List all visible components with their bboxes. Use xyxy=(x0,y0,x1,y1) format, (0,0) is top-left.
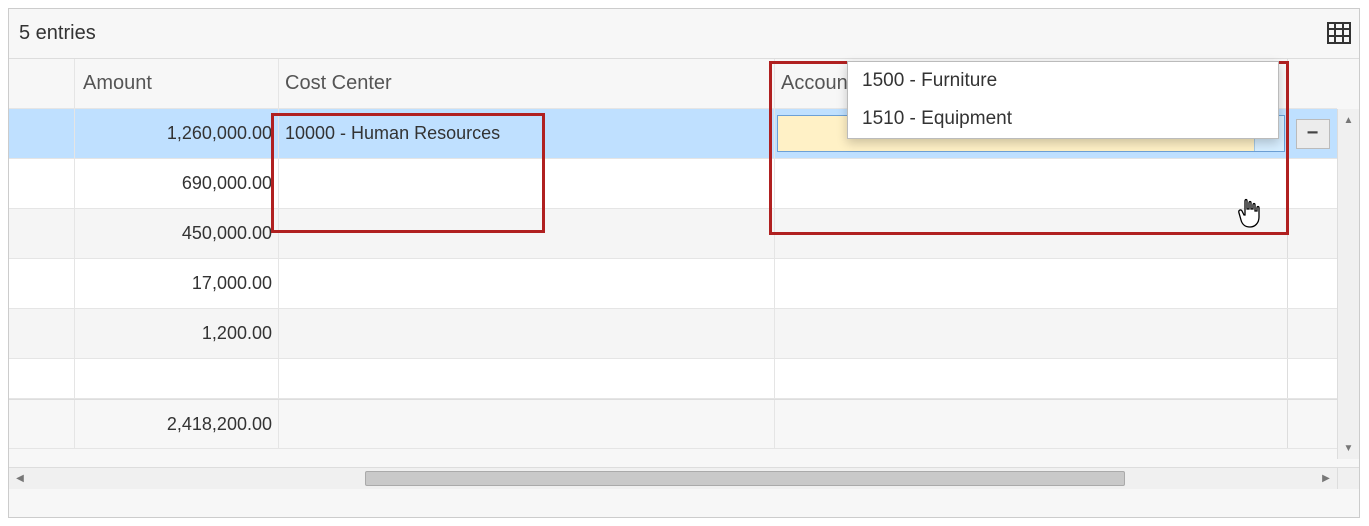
scroll-corner xyxy=(1337,467,1359,489)
table-row[interactable]: 17,000.00 xyxy=(9,259,1337,309)
row-handle[interactable] xyxy=(9,159,75,208)
cell-amount[interactable]: 690,000.00 xyxy=(75,159,279,208)
cell-account[interactable] xyxy=(775,209,1287,258)
cell-account[interactable] xyxy=(775,309,1287,358)
row-handle[interactable] xyxy=(9,309,75,358)
dropdown-option-equipment[interactable]: 1510 - Equipment xyxy=(848,100,1278,138)
scroll-down-arrow-icon[interactable]: ▼ xyxy=(1338,437,1359,459)
row-handle[interactable] xyxy=(9,259,75,308)
cell-action xyxy=(1287,259,1337,308)
dropdown-option-furniture[interactable]: 1500 - Furniture xyxy=(848,62,1278,100)
table-row[interactable]: 690,000.00 xyxy=(9,159,1337,209)
cell-cost-center[interactable] xyxy=(279,159,775,208)
cell-cost-center[interactable] xyxy=(279,209,775,258)
cell-action xyxy=(1287,309,1337,358)
account-dropdown-list: 1500 - Furniture 1510 - Equipment xyxy=(847,61,1279,139)
column-header-amount[interactable]: Amount xyxy=(75,59,279,108)
row-handle[interactable] xyxy=(9,209,75,258)
cell-cost-center[interactable] xyxy=(279,259,775,308)
cell-account[interactable] xyxy=(775,259,1287,308)
remove-row-button[interactable]: − xyxy=(1296,119,1330,149)
footer-action xyxy=(1287,400,1337,448)
hscroll-thumb[interactable] xyxy=(365,471,1125,486)
scroll-right-arrow-icon[interactable]: ▶ xyxy=(1315,468,1337,489)
row-handle xyxy=(9,359,75,398)
table-row[interactable]: 450,000.00 xyxy=(9,209,1337,259)
table-icon xyxy=(1327,22,1351,44)
cell-cost-center xyxy=(279,359,775,398)
cell-account xyxy=(775,359,1287,398)
horizontal-scrollbar[interactable]: ◀ ▶ xyxy=(9,467,1337,489)
cell-action xyxy=(1287,209,1337,258)
footer-account xyxy=(775,400,1287,448)
footer-total-amount: 2,418,200.00 xyxy=(75,400,279,448)
cell-action xyxy=(1287,359,1337,398)
entries-count-label: 5 entries xyxy=(19,22,96,45)
cell-amount[interactable]: 17,000.00 xyxy=(75,259,279,308)
cell-amount[interactable]: 1,200.00 xyxy=(75,309,279,358)
cell-cost-center[interactable]: 10000 - Human Resources xyxy=(279,109,775,158)
cell-amount[interactable]: 1,260,000.00 xyxy=(75,109,279,158)
blank-row xyxy=(9,359,1337,399)
cell-cost-center[interactable] xyxy=(279,309,775,358)
hscroll-track[interactable] xyxy=(31,468,1315,489)
grid-top-bar: 5 entries xyxy=(9,9,1359,59)
scroll-up-arrow-icon[interactable]: ▲ xyxy=(1338,109,1359,131)
column-header-action xyxy=(1287,59,1337,108)
row-handle[interactable] xyxy=(9,109,75,158)
grid-panel: 5 entries 1500 - Furniture 1510 - Equipm… xyxy=(8,8,1360,518)
table-settings-icon[interactable] xyxy=(1325,19,1353,47)
grid-area: 1500 - Furniture 1510 - Equipment Amount… xyxy=(9,59,1359,489)
table-row[interactable]: 1,200.00 xyxy=(9,309,1337,359)
scroll-left-arrow-icon[interactable]: ◀ xyxy=(9,468,31,489)
cell-action xyxy=(1287,159,1337,208)
cell-action: − xyxy=(1287,109,1337,158)
grid-footer-row: 2,418,200.00 xyxy=(9,399,1337,449)
column-header-cost-center[interactable]: Cost Center xyxy=(279,59,775,108)
row-header-spacer xyxy=(9,59,75,108)
cell-account[interactable] xyxy=(775,159,1287,208)
cell-amount[interactable]: 450,000.00 xyxy=(75,209,279,258)
row-handle xyxy=(9,400,75,448)
vertical-scrollbar[interactable]: ▲ ▼ xyxy=(1337,109,1359,459)
cell-amount xyxy=(75,359,279,398)
footer-cost-center xyxy=(279,400,775,448)
